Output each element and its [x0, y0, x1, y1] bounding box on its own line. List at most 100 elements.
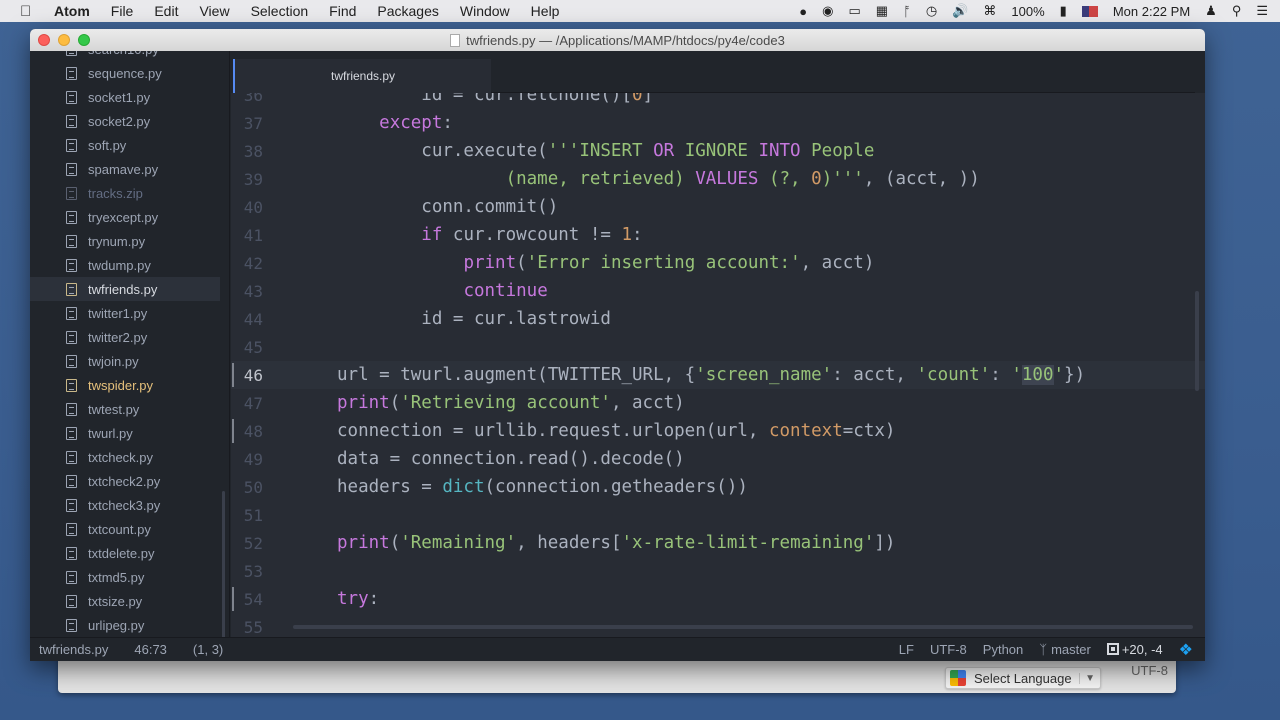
- line-number[interactable]: 51: [231, 506, 291, 525]
- code-line[interactable]: 49 data = connection.read().decode(): [231, 445, 1205, 473]
- notification-center-icon[interactable]: ☰: [1256, 3, 1268, 19]
- menu-selection[interactable]: Selection: [251, 3, 309, 19]
- tree-item-file[interactable]: sequence.py: [30, 61, 229, 85]
- line-number[interactable]: 47: [231, 394, 291, 413]
- status-encoding[interactable]: UTF-8: [930, 642, 967, 657]
- tree-item-file[interactable]: twurl.py: [30, 421, 229, 445]
- apple-logo-icon[interactable]: : [20, 3, 36, 20]
- line-number[interactable]: 37: [231, 114, 291, 133]
- line-number[interactable]: 45: [231, 338, 291, 357]
- tree-item-file[interactable]: spamave.py: [30, 157, 229, 181]
- code-line[interactable]: 42 print('Error inserting account:', acc…: [231, 249, 1205, 277]
- menu-help[interactable]: Help: [531, 3, 560, 19]
- tree-item-file[interactable]: soft.py: [30, 133, 229, 157]
- status-branch[interactable]: ᛉ master: [1039, 642, 1091, 657]
- line-number[interactable]: 48: [231, 422, 291, 441]
- tree-item-file[interactable]: search10.py: [30, 51, 229, 61]
- line-number[interactable]: 43: [231, 282, 291, 301]
- time-machine-icon[interactable]: ◷: [926, 3, 937, 19]
- line-number[interactable]: 41: [231, 226, 291, 245]
- status-line-ending[interactable]: LF: [899, 642, 914, 657]
- line-number[interactable]: 49: [231, 450, 291, 469]
- tree-item-file[interactable]: twjoin.py: [30, 349, 229, 373]
- record-icon[interactable]: ◉: [822, 3, 833, 19]
- code-line[interactable]: 53: [231, 557, 1205, 585]
- tree-item-file[interactable]: twitter2.py: [30, 325, 229, 349]
- vertical-scrollbar[interactable]: [1195, 291, 1199, 391]
- tree-item-file[interactable]: txtmd5.py: [30, 565, 229, 589]
- menu-view[interactable]: View: [199, 3, 229, 19]
- status-grammar[interactable]: Python: [983, 642, 1023, 657]
- tree-item-file[interactable]: twitter1.py: [30, 301, 229, 325]
- tree-item-file[interactable]: txtcheck2.py: [30, 469, 229, 493]
- battery-icon[interactable]: ▮: [1060, 3, 1067, 19]
- volume-icon[interactable]: 🔊: [952, 3, 968, 19]
- code-line[interactable]: 54 try:: [231, 585, 1205, 613]
- line-number[interactable]: 40: [231, 198, 291, 217]
- code-line[interactable]: 37 except:: [231, 109, 1205, 137]
- document-proxy-icon[interactable]: [450, 33, 461, 47]
- line-number[interactable]: 42: [231, 254, 291, 273]
- tree-item-file[interactable]: twdump.py: [30, 253, 229, 277]
- tree-item-file[interactable]: txtcount.py: [30, 517, 229, 541]
- code-line[interactable]: 48 connection = urllib.request.urlopen(ur…: [231, 417, 1205, 445]
- airplay-icon[interactable]: ▭: [848, 3, 860, 19]
- line-number[interactable]: 38: [231, 142, 291, 161]
- status-cursor-position[interactable]: 46:73: [134, 642, 167, 657]
- tree-item-file[interactable]: twfriends.py: [30, 277, 220, 301]
- tree-item-file[interactable]: tryexcept.py: [30, 205, 229, 229]
- menu-edit[interactable]: Edit: [154, 3, 178, 19]
- code-line[interactable]: 47 print('Retrieving account', acct): [231, 389, 1205, 417]
- code-line[interactable]: 51: [231, 501, 1205, 529]
- tree-item-file[interactable]: trynum.py: [30, 229, 229, 253]
- menu-window[interactable]: Window: [460, 3, 510, 19]
- tree-item-file[interactable]: txtcheck3.py: [30, 493, 229, 517]
- line-number[interactable]: 52: [231, 534, 291, 553]
- code-line[interactable]: 50 headers = dict(connection.getheaders()…: [231, 473, 1205, 501]
- menu-app-name[interactable]: Atom: [54, 3, 90, 19]
- tree-scrollbar[interactable]: [222, 491, 225, 637]
- tree-item-file[interactable]: tracks.zip: [30, 181, 229, 205]
- line-number[interactable]: 50: [231, 478, 291, 497]
- line-number[interactable]: 53: [231, 562, 291, 581]
- tree-item-file[interactable]: socket1.py: [30, 85, 229, 109]
- window-titlebar[interactable]: twfriends.py — /Applications/MAMP/htdocs…: [30, 29, 1205, 51]
- select-language-dropdown[interactable]: Select Language ▼: [945, 667, 1101, 689]
- code-line[interactable]: 41 if cur.rowcount != 1:: [231, 221, 1205, 249]
- tree-item-file[interactable]: txtdelete.py: [30, 541, 229, 565]
- menu-find[interactable]: Find: [329, 3, 356, 19]
- menu-packages[interactable]: Packages: [377, 3, 438, 19]
- wifi-icon[interactable]: ⌘: [983, 3, 996, 19]
- tree-item-file[interactable]: twspider.py: [30, 373, 229, 397]
- menu-file[interactable]: File: [111, 3, 134, 19]
- status-file-path[interactable]: twfriends.py: [39, 642, 108, 657]
- user-icon[interactable]: ♟: [1205, 3, 1217, 19]
- code-line[interactable]: 43 continue: [231, 277, 1205, 305]
- code-line[interactable]: 52 print('Remaining', headers['x-rate-lim…: [231, 529, 1205, 557]
- line-number[interactable]: 54: [231, 590, 291, 609]
- code-line[interactable]: 45: [231, 333, 1205, 361]
- code-line[interactable]: 44 id = cur.lastrowid: [231, 305, 1205, 333]
- tree-item-file[interactable]: txtcheck.py: [30, 445, 229, 469]
- tree-item-file[interactable]: twtest.py: [30, 397, 229, 421]
- tree-item-file[interactable]: txtsize.py: [30, 589, 229, 613]
- code-line[interactable]: 38 cur.execute('''INSERT OR IGNORE INTO …: [231, 137, 1205, 165]
- line-number[interactable]: 36: [231, 93, 291, 105]
- screen-recorder-icon[interactable]: ●: [799, 4, 807, 19]
- twitter-bird-icon[interactable]: ❖: [1179, 640, 1193, 660]
- bluetooth-icon[interactable]: ᚩ: [903, 4, 911, 19]
- keyboard-icon[interactable]: ▦: [876, 3, 888, 19]
- minimize-window-button[interactable]: [58, 34, 70, 46]
- tab-twfriends[interactable]: twfriends.py: [233, 59, 491, 93]
- code-line[interactable]: 40 conn.commit(): [231, 193, 1205, 221]
- close-window-button[interactable]: [38, 34, 50, 46]
- code-editor[interactable]: 36 id = cur.fetchone()[0] 37 except: 38 cu…: [231, 93, 1205, 637]
- line-number[interactable]: 55: [231, 618, 291, 637]
- horizontal-scrollbar[interactable]: [293, 625, 1193, 629]
- spotlight-search-icon[interactable]: ⚲: [1232, 3, 1242, 19]
- tree-item-file[interactable]: socket2.py: [30, 109, 229, 133]
- line-number[interactable]: 46: [231, 365, 291, 385]
- status-git-diff[interactable]: +20, -4: [1106, 642, 1163, 657]
- code-line[interactable]: 39 (name, retrieved) VALUES (?, 0)''', (…: [231, 165, 1205, 193]
- line-number[interactable]: 44: [231, 310, 291, 329]
